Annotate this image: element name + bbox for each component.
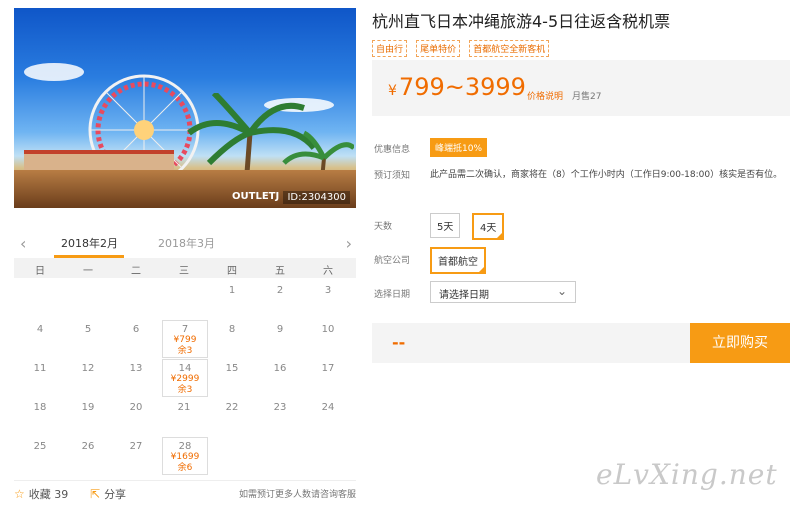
calendar-day[interactable]: 24 — [304, 402, 352, 413]
calendar-day[interactable]: 4 — [16, 324, 64, 335]
airline-option[interactable]: 首都航空 — [430, 247, 486, 274]
date-label: 选择日期 — [374, 290, 411, 300]
promo-label: 优惠信息 — [374, 145, 411, 155]
chevron-left-icon[interactable]: ‹ — [20, 234, 26, 253]
calendar-day[interactable]: 9 — [256, 324, 304, 335]
day-remaining: 余3 — [177, 346, 193, 356]
weekday-label: 日 — [35, 266, 45, 277]
day-price: ¥799 — [173, 335, 197, 345]
image-id-tag: ID:2304300 — [283, 191, 350, 204]
promo-badge: 峰端抵10% — [430, 138, 488, 157]
calendar-day[interactable]: 27 — [112, 441, 160, 452]
day-number: 14 — [178, 363, 192, 374]
calendar-footer: ☆ 收藏 39 ⇱ 分享 如需预订更多人数请咨询客服 — [14, 480, 356, 502]
weekday-label: 一 — [83, 266, 93, 277]
favorite-button[interactable]: ☆ 收藏 39 — [14, 486, 68, 502]
favorite-count: 收藏 39 — [28, 488, 69, 501]
tab-month-mar[interactable]: 2018年3月 — [158, 235, 215, 251]
calendar-day[interactable]: 25 — [16, 441, 64, 452]
weekday-label: 三 — [179, 266, 189, 277]
days-option-4[interactable]: 4天 — [472, 213, 505, 240]
total-price: -- — [392, 333, 406, 352]
price-range: ¥799~3999 — [388, 73, 526, 101]
price-range-value: 799~3999 — [398, 73, 526, 101]
calendar-day[interactable]: 13 — [112, 363, 160, 374]
calendar-day[interactable]: 15 — [208, 363, 256, 374]
calendar-day[interactable]: 22 — [208, 402, 256, 413]
calendar-day[interactable]: 12 — [64, 363, 112, 374]
tab-month-feb[interactable]: 2018年2月 — [61, 235, 118, 251]
product-tags: 自由行 尾单特价 首都航空全新客机 — [372, 37, 553, 57]
day-remaining: 余3 — [177, 385, 193, 395]
calendar-weekday-header: 日 一 二 三 四 五 六 — [14, 258, 356, 278]
day-price: ¥1699 — [170, 452, 200, 462]
calendar-day[interactable]: 20 — [112, 402, 160, 413]
share-label: 分享 — [104, 488, 127, 501]
calendar-day[interactable]: 19 — [64, 402, 112, 413]
share-button[interactable]: ⇱ 分享 — [90, 486, 126, 502]
currency-symbol: ¥ — [388, 83, 397, 99]
star-icon: ☆ — [14, 487, 25, 501]
weekday-label: 五 — [275, 266, 285, 277]
calendar-day[interactable]: 21 — [160, 402, 208, 413]
chevron-down-icon: ⌄ — [556, 284, 567, 298]
airline-label: 航空公司 — [374, 256, 411, 266]
weekday-label: 二 — [131, 266, 141, 277]
product-title: 杭州直飞日本冲绳旅游4-5日往返含税机票 — [372, 12, 671, 31]
contact-note: 如需预订更多人数请咨询客服 — [238, 490, 356, 500]
price-explain-link[interactable]: 价格说明 — [527, 89, 563, 102]
outlet-sign: OUTLETJ — [232, 191, 280, 202]
calendar-day[interactable]: 26 — [64, 441, 112, 452]
calendar-day[interactable]: 18 — [16, 402, 64, 413]
weekday-label: 六 — [323, 266, 333, 277]
booking-notice: 此产品需二次确认，商家将在（8）个工作小时内（工作日9:00-18:00）核实是… — [430, 170, 783, 180]
tag-badge: 首都航空全新客机 — [469, 40, 550, 57]
calendar-day[interactable]: 10 — [304, 324, 352, 335]
buy-now-button[interactable]: 立即购买 — [690, 323, 790, 363]
calendar-day-available[interactable]: 14 ¥2999 余3 — [162, 359, 208, 397]
day-number: 7 — [181, 324, 189, 335]
tag-badge: 自由行 — [372, 40, 408, 57]
days-option-5[interactable]: 5天 — [430, 213, 461, 238]
date-select[interactable]: 请选择日期 ⌄ — [430, 281, 576, 303]
calendar-day[interactable]: 5 — [64, 324, 112, 335]
calendar-month-tabs: ‹ 2018年2月 2018年3月 › — [14, 232, 356, 258]
calendar-day[interactable]: 17 — [304, 363, 352, 374]
calendar-day[interactable]: 2 — [256, 285, 304, 296]
site-watermark: eLvXing.net — [596, 458, 778, 491]
monthly-sales: 月售27 — [572, 92, 602, 102]
date-select-value: 请选择日期 — [439, 290, 489, 301]
chevron-right-icon[interactable]: › — [346, 234, 352, 253]
day-number: 28 — [178, 441, 192, 452]
tag-badge: 尾单特价 — [416, 40, 461, 57]
calendar-day-available[interactable]: 28 ¥1699 余6 — [162, 437, 208, 475]
days-label: 天数 — [374, 222, 393, 232]
calendar-day[interactable]: 8 — [208, 324, 256, 335]
calendar-day[interactable]: 6 — [112, 324, 160, 335]
day-remaining: 余6 — [177, 463, 193, 473]
calendar-day[interactable]: 11 — [16, 363, 64, 374]
share-icon: ⇱ — [90, 487, 101, 501]
weekday-label: 四 — [227, 266, 237, 277]
calendar-day-available[interactable]: 7 ¥799 余3 — [162, 320, 208, 358]
calendar-day[interactable]: 1 — [208, 285, 256, 296]
day-price: ¥2999 — [170, 374, 200, 384]
calendar-day[interactable]: 16 — [256, 363, 304, 374]
price-box: ¥799~3999 价格说明 月售27 — [372, 60, 790, 116]
product-image: OUTLETJ ID:2304300 — [14, 8, 356, 208]
notice-label: 预订须知 — [374, 171, 411, 181]
calendar-day[interactable]: 3 — [304, 285, 352, 296]
calendar-day[interactable]: 23 — [256, 402, 304, 413]
